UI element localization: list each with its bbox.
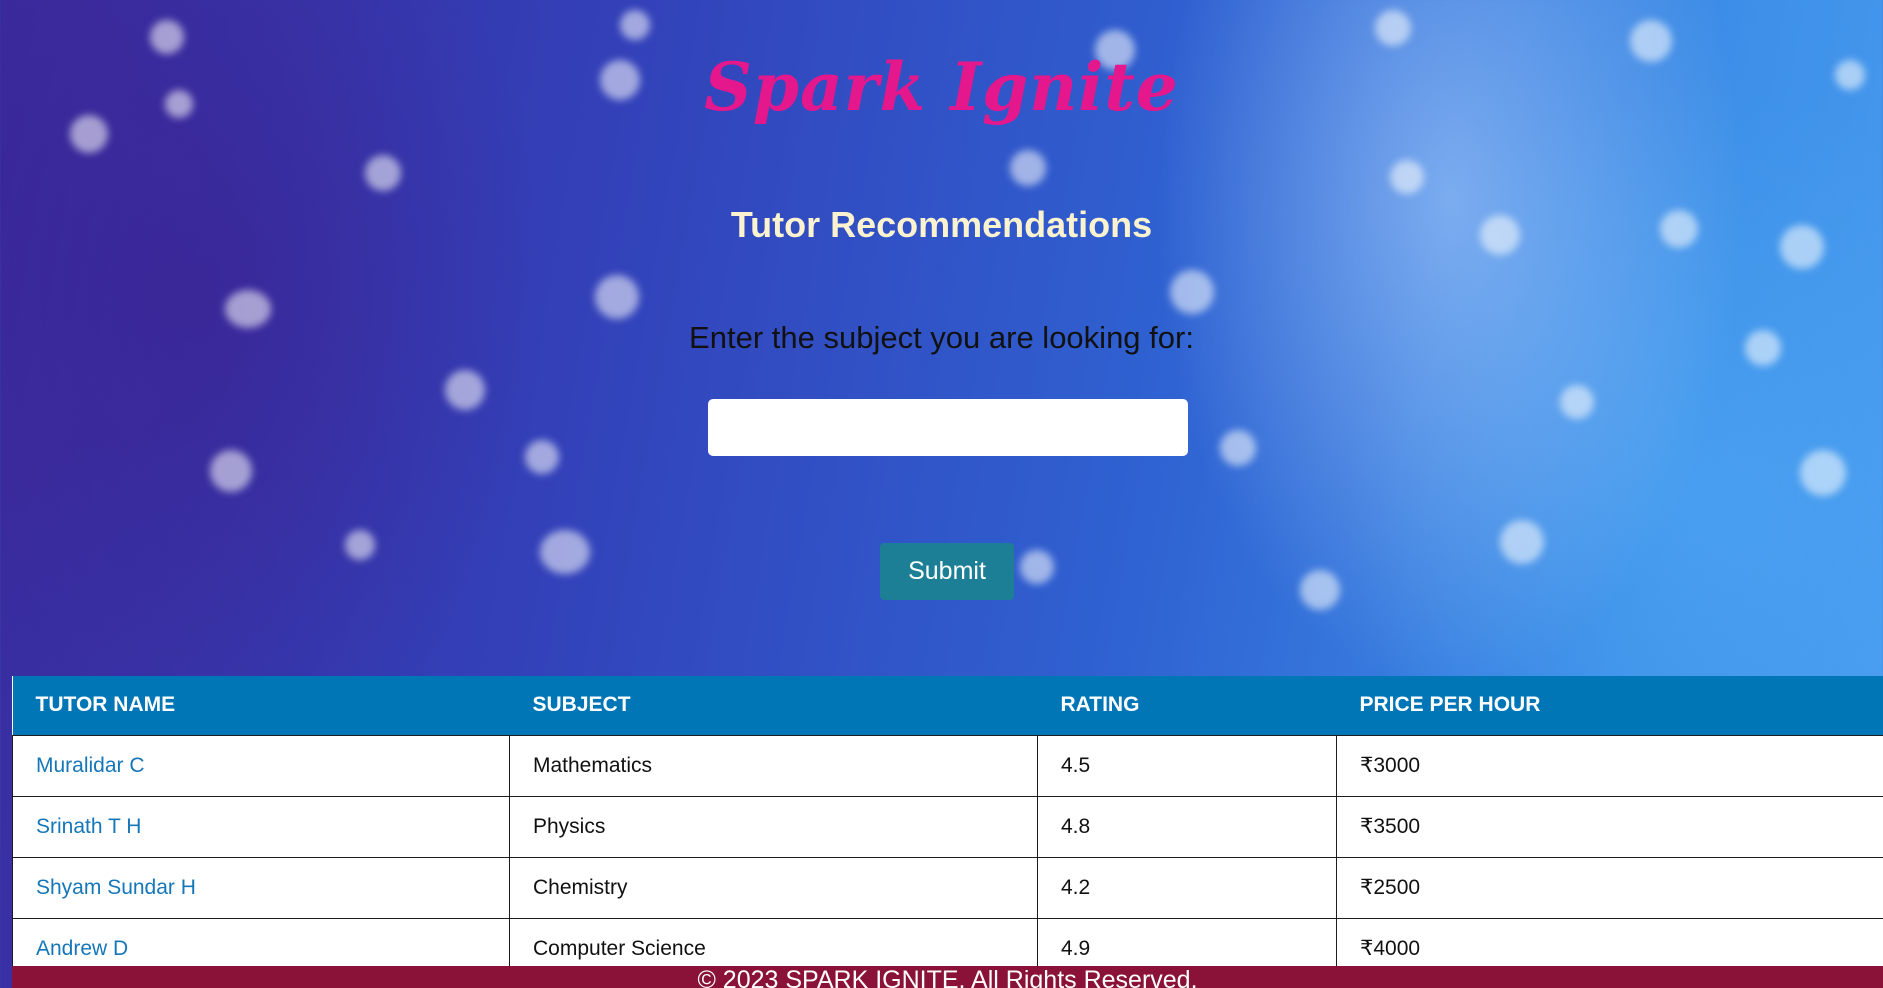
price-cell: ₹3000 bbox=[1336, 734, 1883, 796]
brand-logo-text: Spark Ignite bbox=[704, 48, 1179, 126]
submit-button[interactable]: Submit bbox=[880, 543, 1014, 600]
tutor-name-cell: Muralidar C bbox=[12, 734, 510, 796]
price-cell: ₹3500 bbox=[1336, 795, 1883, 857]
column-header-subject: SUBJECT bbox=[509, 676, 1038, 735]
rating-cell: 4.2 bbox=[1037, 856, 1337, 918]
page-title: Tutor Recommendations bbox=[730, 204, 1153, 245]
table-row: Srinath T H Physics 4.8 ₹3500 bbox=[12, 795, 1883, 857]
subject-cell: Chemistry bbox=[509, 856, 1038, 918]
rating-cell: 4.5 bbox=[1037, 734, 1337, 796]
column-header-tutor-name: TUTOR NAME bbox=[12, 676, 510, 735]
tutor-name-link[interactable]: Srinath T H bbox=[36, 815, 141, 838]
table-row: Muralidar C Mathematics 4.5 ₹3000 bbox=[12, 734, 1883, 796]
subject-prompt-label: Enter the subject you are looking for: bbox=[689, 320, 1194, 355]
tutor-name-link[interactable]: Muralidar C bbox=[36, 754, 145, 777]
table-row: Shyam Sundar H Chemistry 4.2 ₹2500 bbox=[12, 856, 1883, 918]
price-cell: ₹2500 bbox=[1336, 856, 1883, 918]
tutor-name-link[interactable]: Shyam Sundar H bbox=[36, 876, 196, 899]
tutor-name-cell: Shyam Sundar H bbox=[12, 856, 510, 918]
rating-cell: 4.8 bbox=[1037, 795, 1337, 857]
subject-input[interactable] bbox=[708, 399, 1188, 456]
column-header-rating: RATING bbox=[1037, 676, 1337, 735]
subject-cell: Mathematics bbox=[509, 734, 1038, 796]
tutor-table: TUTOR NAME SUBJECT RATING PRICE PER HOUR… bbox=[12, 676, 1883, 979]
column-header-price-per-hour: PRICE PER HOUR bbox=[1336, 676, 1883, 735]
tutor-name-link[interactable]: Andrew D bbox=[36, 937, 128, 960]
subject-cell: Physics bbox=[509, 795, 1038, 857]
table-header-row: TUTOR NAME SUBJECT RATING PRICE PER HOUR bbox=[12, 676, 1883, 735]
footer-copyright: © 2023 SPARK IGNITE. All Rights Reserved… bbox=[12, 966, 1883, 988]
tutor-name-cell: Srinath T H bbox=[12, 795, 510, 857]
